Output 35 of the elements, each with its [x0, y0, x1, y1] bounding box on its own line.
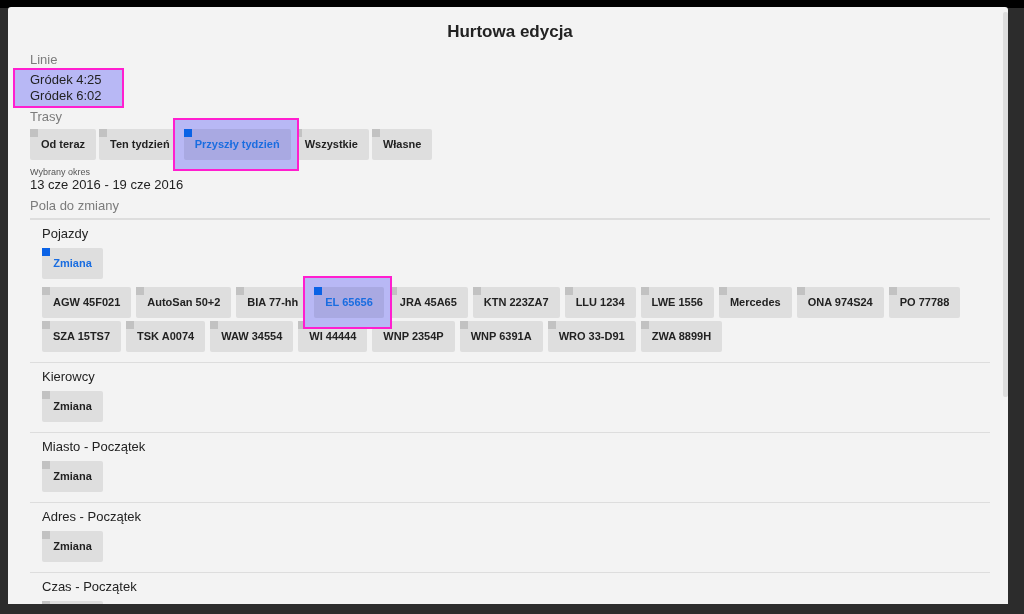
dialog-title: Hurtowa edycja	[446, 21, 574, 43]
toggle-button[interactable]: Od teraz	[30, 128, 96, 160]
toggle-button[interactable]: SZA 15TS7	[42, 320, 122, 352]
toggle-button[interactable]: WNP 2354P	[372, 320, 455, 352]
toggle-button[interactable]: ONA 974S24	[796, 286, 884, 318]
section-label: Linie	[30, 50, 59, 68]
field-title: Adres - Początek	[42, 507, 142, 526]
line-item: Gródek 6:02	[30, 87, 103, 104]
toggle-button[interactable]: Zmiana	[42, 247, 103, 279]
toggle-button[interactable]: Mercedes	[718, 286, 792, 318]
line-item: Gródek 4:25	[30, 71, 103, 88]
toggle-button[interactable]: AutoSan 50+2	[136, 286, 232, 318]
toggle-button[interactable]: Zmiana	[42, 530, 103, 562]
section-label: Trasy	[30, 107, 64, 125]
toggle-button[interactable]: WRO 33-D91	[547, 320, 636, 352]
toggle-button[interactable]: Zmiana	[42, 390, 103, 422]
field-title: Miasto - Początek	[42, 437, 147, 456]
toggle-button[interactable]: Własne	[371, 128, 433, 160]
field-title: Kierowcy	[42, 367, 96, 386]
section-label: Pola do zmiany	[30, 196, 120, 214]
toggle-button[interactable]: ZWA 8899H	[640, 320, 723, 352]
toggle-button[interactable]: WAW 34554	[210, 320, 294, 352]
toggle-button[interactable]: WNP 6391A	[459, 320, 543, 352]
field-title: Czas - Początek	[42, 577, 138, 596]
scrollbar-thumb[interactable]	[1003, 12, 1008, 397]
toggle-button[interactable]: LWE 1556	[640, 286, 714, 318]
toggle-button[interactable]: PO 77788	[888, 286, 961, 318]
toggle-button[interactable]: LLU 1234	[564, 286, 636, 318]
field-title: Pojazdy	[42, 224, 90, 243]
toggle-button[interactable]: TSK A0074	[126, 320, 206, 352]
field-label: Wybrany okres	[30, 166, 91, 177]
toggle-button[interactable]: KTN 223ZA7	[472, 286, 560, 318]
toggle-button[interactable]: Zmiana	[42, 460, 103, 492]
toggle-button[interactable]: AGW 45F021	[42, 286, 132, 318]
period-value: 13 cze 2016 - 19 cze 2016	[30, 176, 185, 193]
